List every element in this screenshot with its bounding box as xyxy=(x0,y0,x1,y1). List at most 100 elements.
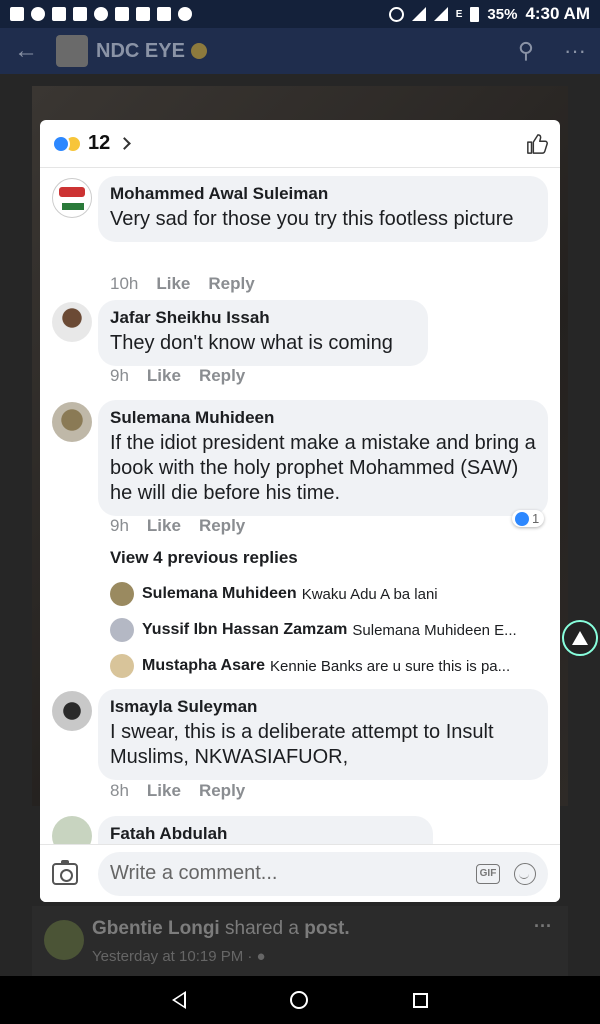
comment-like-count-value: 1 xyxy=(532,511,540,526)
comment-text: They don't know what is coming xyxy=(110,332,393,354)
comments-list: Mohammed Awal Suleiman Very sad for thos… xyxy=(40,168,560,844)
more-options-icon: ··· xyxy=(534,916,552,936)
facebook-notification-icon xyxy=(73,7,87,21)
status-bar: E 35% 4:30 AM xyxy=(0,0,600,28)
do-not-disturb-icon xyxy=(388,6,404,22)
signal-icon xyxy=(433,7,448,21)
reply-text: Kennie Banks are u sure this is pa... xyxy=(270,657,511,675)
shared-post-header: Gbentie Longi shared a post. xyxy=(92,918,350,940)
comment-author[interactable]: Mohammed Awal Suleiman xyxy=(110,184,536,204)
app-notification-icon xyxy=(10,7,24,21)
gif-button[interactable]: GIF xyxy=(476,863,500,884)
back-arrow-icon[interactable]: ← xyxy=(14,37,38,65)
like-link[interactable]: Like xyxy=(147,366,181,386)
comment-input[interactable] xyxy=(110,862,476,885)
eye-emoji-icon xyxy=(190,43,207,59)
like-thumb-icon[interactable] xyxy=(526,133,548,155)
avatar[interactable] xyxy=(52,178,92,218)
reply-link[interactable]: Reply xyxy=(199,781,245,801)
comment-author[interactable]: Jafar Sheikhu Issah xyxy=(110,308,416,328)
view-previous-replies-link[interactable]: View 4 previous replies xyxy=(110,548,298,568)
nav-recents-icon[interactable] xyxy=(412,992,428,1008)
like-reaction-icon xyxy=(52,134,70,153)
reply-author[interactable]: Yussif Ibn Hassan Zamzam xyxy=(142,621,347,639)
arrow-up-icon xyxy=(572,631,588,645)
comment-composer: GIF xyxy=(40,844,560,902)
signal-icon xyxy=(411,7,426,21)
like-link[interactable]: Like xyxy=(147,516,181,536)
reply-text: Sulemana Muhideen E... xyxy=(352,621,517,639)
comment-text: I swear, this is a deliberate attempt to… xyxy=(110,721,494,768)
background-shared-post: Gbentie Longi shared a post. Yesterday a… xyxy=(32,906,568,976)
avatar[interactable] xyxy=(110,654,134,678)
avatar xyxy=(44,920,84,960)
network-type: E xyxy=(455,8,463,20)
reply-link[interactable]: Reply xyxy=(199,516,245,536)
reply-link[interactable]: Reply xyxy=(199,366,245,386)
image-notification-icon xyxy=(115,7,129,21)
page-logo[interactable] xyxy=(56,35,88,67)
shared-post-time: Yesterday at 10:19 PM · xyxy=(92,948,253,965)
battery-icon xyxy=(470,6,480,22)
comment-bubble: Jafar Sheikhu Issah They don't know what… xyxy=(98,300,428,366)
avatar[interactable] xyxy=(52,691,92,731)
notification-icons xyxy=(10,7,192,21)
reply-item[interactable]: Yussif Ibn Hassan Zamzam Sulemana Muhide… xyxy=(110,618,550,642)
reply-item[interactable]: Mustapha Asare Kennie Banks are u sure t… xyxy=(110,654,550,678)
comment-actions: 10h Like Reply xyxy=(110,274,255,294)
comment-bubble: Fatah Abdulah xyxy=(98,816,433,844)
system-nav-bar xyxy=(0,976,600,1024)
chevron-right-icon xyxy=(118,137,132,150)
comment-bubble: Mohammed Awal Suleiman Very sad for thos… xyxy=(98,176,548,242)
comment-bubble: Sulemana Muhideen If the idiot president… xyxy=(98,400,548,516)
battery-level: 35% xyxy=(487,5,518,23)
reply-author[interactable]: Mustapha Asare xyxy=(142,657,265,675)
comment-actions: 9h Like Reply xyxy=(110,516,245,536)
reply-author[interactable]: Sulemana Muhideen xyxy=(142,585,297,603)
comment-text: Very sad for those you try this footless… xyxy=(110,208,514,230)
avatar[interactable] xyxy=(110,582,134,606)
avatar[interactable] xyxy=(52,302,92,342)
comment-author[interactable]: Sulemana Muhideen xyxy=(110,408,536,428)
comment-time: 8h xyxy=(110,781,129,800)
nav-back-icon[interactable] xyxy=(172,991,187,1009)
whatsapp-notification-icon xyxy=(94,7,108,21)
search-icon[interactable]: ⚲ xyxy=(518,38,534,64)
avatar[interactable] xyxy=(52,402,92,442)
shared-post-object: post. xyxy=(304,918,350,939)
comment-like-count[interactable]: 1 xyxy=(512,510,545,527)
comment-author[interactable]: Ismayla Suleyman xyxy=(110,697,536,717)
like-reaction-icon xyxy=(515,511,529,526)
comments-modal: 12 Mohammed Awal Suleiman Very sad for t… xyxy=(40,120,560,902)
gmail-notification-icon xyxy=(136,7,150,21)
floating-navigation-button[interactable] xyxy=(562,620,598,656)
more-options-icon[interactable]: ··· xyxy=(564,38,586,64)
shared-post-author: Gbentie Longi xyxy=(92,918,220,939)
globe-icon: ● xyxy=(256,948,266,965)
like-link[interactable]: Like xyxy=(156,274,190,294)
camera-icon[interactable] xyxy=(52,859,78,885)
comment-author[interactable]: Fatah Abdulah xyxy=(110,824,421,844)
page-title[interactable]: NDC EYE xyxy=(96,40,185,63)
gmail-notification-icon xyxy=(157,7,171,21)
clock: 4:30 AM xyxy=(525,4,590,23)
comment-bubble: Ismayla Suleyman I swear, this is a deli… xyxy=(98,689,548,780)
comment-time: 9h xyxy=(110,516,129,535)
shared-post-action: shared a xyxy=(225,918,299,939)
reply-item[interactable]: Sulemana Muhideen Kwaku Adu A ba lani xyxy=(110,582,550,606)
reactions-header[interactable]: 12 xyxy=(40,120,560,168)
avatar[interactable] xyxy=(110,618,134,642)
emoji-icon[interactable] xyxy=(514,862,536,885)
pinwheel-notification-icon xyxy=(178,7,192,21)
comment-time: 9h xyxy=(110,366,129,385)
facebook-notification-icon xyxy=(52,7,66,21)
reply-link[interactable]: Reply xyxy=(208,274,254,294)
nav-home-icon[interactable] xyxy=(290,991,309,1009)
comment-time: 10h xyxy=(110,274,139,293)
comment-text: If the idiot president make a mistake an… xyxy=(110,432,536,504)
reaction-count: 12 xyxy=(88,132,111,154)
comment-actions: 9h Like Reply xyxy=(110,366,245,386)
like-link[interactable]: Like xyxy=(147,781,181,801)
app-notification-icon xyxy=(31,7,45,21)
avatar[interactable] xyxy=(52,816,92,844)
